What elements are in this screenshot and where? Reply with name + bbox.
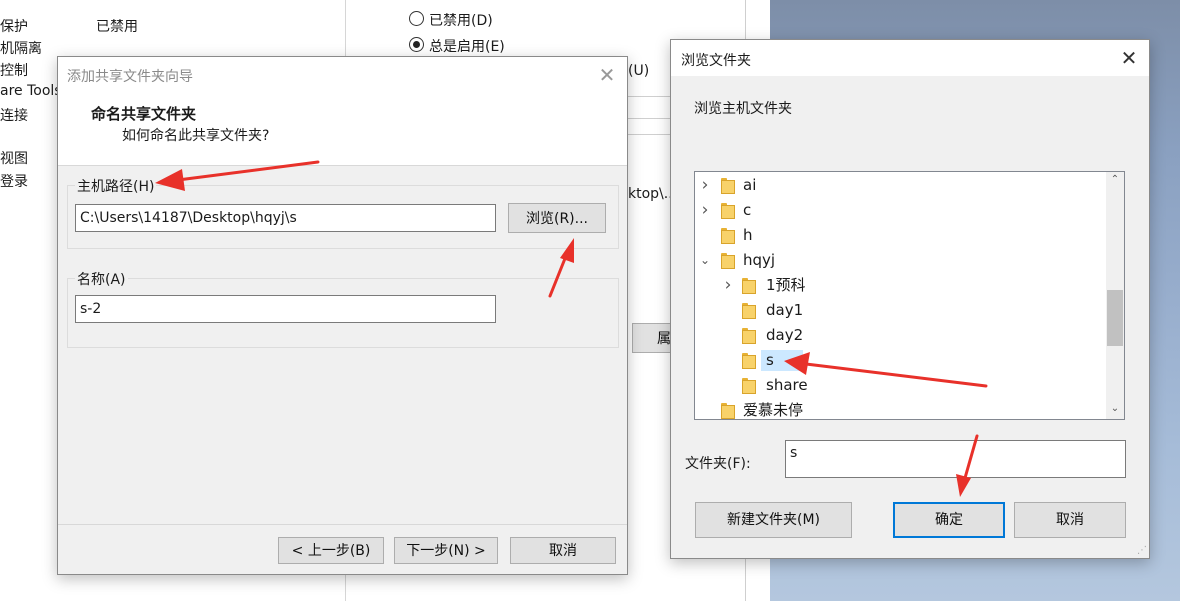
bg-left-item[interactable]: 控制 — [0, 60, 28, 80]
tree-item-label: 爱慕未停 — [743, 401, 804, 419]
folder-icon — [742, 303, 756, 319]
bg-partial-u: (U) — [628, 63, 650, 79]
tree-item[interactable]: share — [695, 373, 1105, 398]
folder-icon — [721, 203, 735, 219]
browse-folder-dialog: 浏览文件夹 ✕ 浏览主机文件夹 › ai › c h ⌄ hqyj › 1预科 day1 day2 s… — [670, 39, 1150, 559]
wizard-subheading: 如何命名此共享文件夹? — [122, 128, 270, 144]
folder-tree[interactable]: › ai › c h ⌄ hqyj › 1预科 day1 day2 s share 爱慕未停 ⌃ ⌄ — [694, 171, 1125, 420]
browse-button[interactable]: 浏览(R)... — [508, 203, 606, 233]
browse-cancel-button[interactable]: 取消 — [1014, 502, 1126, 538]
host-path-label: 主机路径(H) — [75, 176, 157, 196]
name-label: 名称(A) — [75, 269, 128, 289]
tree-item[interactable]: › 1预科 — [695, 273, 1105, 298]
bg-left-item[interactable]: 视图 — [0, 148, 28, 168]
wizard-header: 命名共享文件夹 如何命名此共享文件夹? — [58, 93, 627, 166]
folder-input[interactable]: s — [785, 440, 1126, 478]
bg-left-item[interactable]: 登录 — [0, 171, 28, 191]
wizard-title: 添加共享文件夹向导 — [67, 69, 193, 85]
tree-item-label: day2 — [766, 326, 804, 344]
tree-item-label: h — [743, 226, 753, 244]
tree-item[interactable]: 爱慕未停 — [695, 398, 1105, 419]
scroll-thumb[interactable] — [1107, 290, 1123, 346]
tree-item-label: c — [743, 201, 752, 219]
browse-title: 浏览文件夹 — [681, 53, 751, 69]
folder-label: 文件夹(F): — [685, 456, 751, 472]
add-shared-folder-wizard: 添加共享文件夹向导 ✕ 命名共享文件夹 如何命名此共享文件夹? 主机路径(H) … — [57, 56, 628, 575]
radio-enabled-label: 总是启用(E) — [429, 39, 505, 55]
bg-disabled-value: 已禁用 — [96, 19, 138, 35]
tree-item-label: share — [766, 376, 808, 394]
new-folder-button[interactable]: 新建文件夹(M) — [695, 502, 852, 538]
chevron-right-icon[interactable]: › — [723, 273, 733, 298]
bg-left-item[interactable]: 连接 — [0, 105, 28, 125]
next-button[interactable]: 下一步(N) > — [394, 537, 498, 564]
chevron-right-icon[interactable]: › — [700, 173, 710, 198]
tree-item[interactable]: ⌄ hqyj — [695, 248, 1105, 273]
name-input[interactable]: s-2 — [75, 295, 496, 323]
tree-item[interactable]: s — [695, 348, 1105, 373]
folder-icon — [721, 228, 735, 244]
wizard-cancel-button[interactable]: 取消 — [510, 537, 616, 564]
folder-icon — [742, 378, 756, 394]
browse-titlebar: 浏览文件夹 ✕ — [671, 40, 1149, 76]
scroll-down-icon[interactable]: ⌄ — [1106, 403, 1124, 417]
ok-button[interactable]: 确定 — [893, 502, 1005, 538]
close-icon[interactable]: ✕ — [597, 65, 617, 85]
chevron-down-icon[interactable]: ⌄ — [700, 248, 710, 273]
folder-icon — [721, 178, 735, 194]
folder-icon — [742, 353, 756, 369]
tree-item[interactable]: h — [695, 223, 1105, 248]
folder-icon — [742, 278, 756, 294]
wizard-heading: 命名共享文件夹 — [91, 105, 197, 123]
folder-icon — [721, 403, 735, 419]
radio-disabled[interactable] — [409, 11, 424, 26]
radio-always-enabled[interactable] — [409, 37, 424, 52]
tree-item[interactable]: day2 — [695, 323, 1105, 348]
browse-subtitle: 浏览主机文件夹 — [694, 101, 792, 117]
tree-item-label: 1预科 — [766, 276, 806, 294]
tree-item[interactable]: day1 — [695, 298, 1105, 323]
tree-item[interactable]: › c — [695, 198, 1105, 223]
folder-tree-rows: › ai › c h ⌄ hqyj › 1预科 day1 day2 s share 爱慕未停 — [695, 172, 1105, 419]
resize-grip-icon[interactable]: ⋰ — [1137, 545, 1147, 556]
bg-left-item[interactable]: 机隔离 — [0, 38, 42, 58]
bg-left-item[interactable]: are Tools — [0, 83, 62, 99]
tree-item-label: ai — [743, 176, 757, 194]
host-path-input[interactable]: C:\Users\14187\Desktop\hqyj\s — [75, 204, 496, 232]
tree-item-label: s — [766, 351, 774, 369]
bg-left-item[interactable]: 保护 — [0, 16, 28, 36]
tree-item[interactable]: › ai — [695, 173, 1105, 198]
chevron-right-icon[interactable]: › — [700, 198, 710, 223]
radio-disabled-label: 已禁用(D) — [429, 13, 493, 29]
tree-scrollbar[interactable]: ⌃ ⌄ — [1106, 172, 1124, 419]
tree-item-label: day1 — [766, 301, 804, 319]
back-button[interactable]: < 上一步(B) — [278, 537, 384, 564]
folder-icon — [721, 253, 735, 269]
wizard-footer-divider — [58, 524, 627, 525]
tree-item-label: hqyj — [743, 251, 776, 269]
wizard-titlebar: 添加共享文件夹向导 ✕ — [58, 57, 627, 93]
folder-icon — [742, 328, 756, 344]
close-icon[interactable]: ✕ — [1119, 48, 1139, 68]
scroll-up-icon[interactable]: ⌃ — [1106, 174, 1124, 188]
